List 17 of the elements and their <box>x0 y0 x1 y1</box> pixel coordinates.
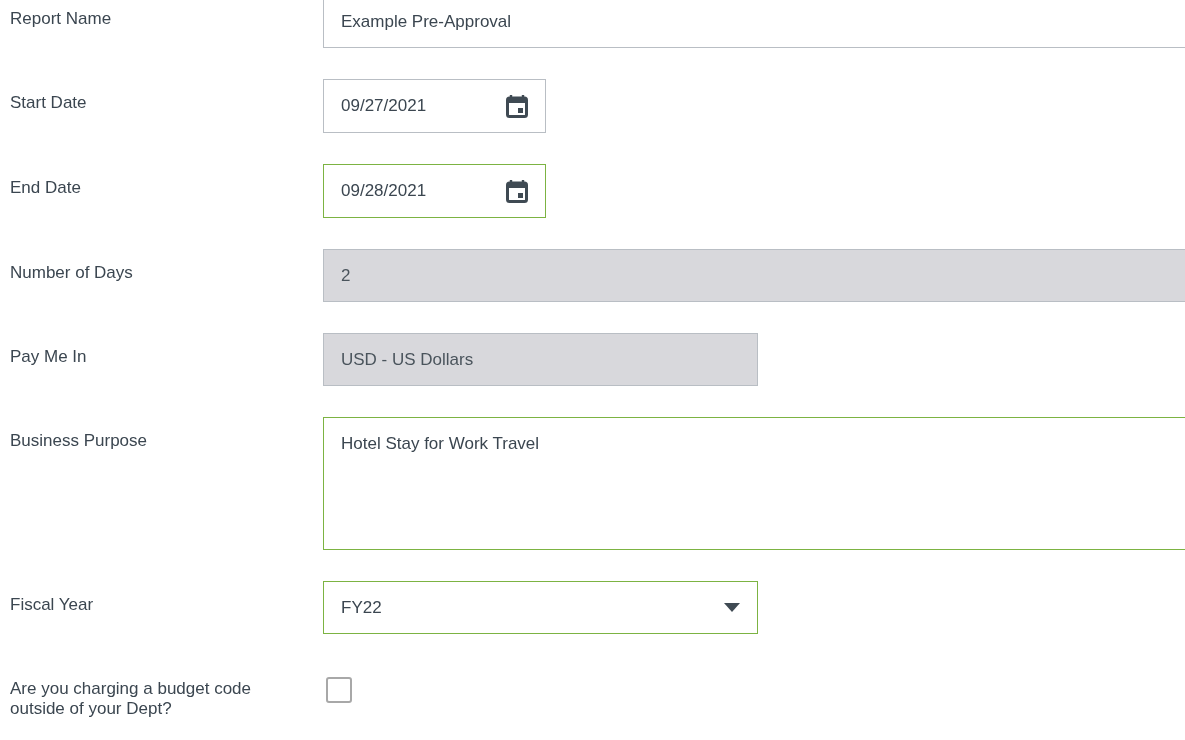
field-label: Business Purpose <box>10 430 149 451</box>
input-field[interactable]: Example Pre-Approval <box>323 0 1185 48</box>
field-label: End Date <box>10 177 82 198</box>
date-field[interactable]: 09/28/2021 <box>323 164 546 218</box>
date-field[interactable]: 09/27/2021 <box>323 79 546 133</box>
field-label: Pay Me In <box>10 346 88 367</box>
field-label: Report Name <box>10 8 113 29</box>
checkbox[interactable] <box>326 677 352 703</box>
calendar-icon[interactable] <box>506 179 528 203</box>
field-label: Start Date <box>10 92 88 113</box>
field-label: Number of Days <box>10 262 134 283</box>
calendar-icon[interactable] <box>506 94 528 118</box>
text-area[interactable]: Hotel Stay for Work Travel <box>323 417 1185 550</box>
field-label: Fiscal Year <box>10 594 95 615</box>
field-label: Are you charging a budget code outside of your Dept? <box>10 678 252 719</box>
dropdown[interactable]: FY22 <box>323 581 758 634</box>
caret-icon <box>724 603 740 612</box>
